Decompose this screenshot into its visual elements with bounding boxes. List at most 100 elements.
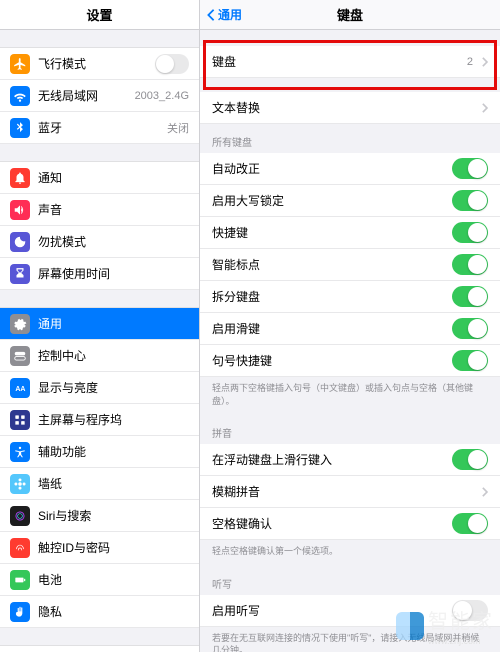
- cell-text-replacement[interactable]: 文本替换: [200, 92, 500, 124]
- back-button[interactable]: 通用: [206, 0, 242, 29]
- sidebar-item-airplane[interactable]: 飞行模式: [0, 48, 199, 80]
- sidebar-item-general[interactable]: 通用: [0, 308, 199, 340]
- sidebar-item-accessibility[interactable]: 辅助功能: [0, 436, 199, 468]
- grid-icon: [10, 410, 30, 430]
- wifi-icon: [10, 86, 30, 106]
- sidebar-item-label: 通知: [38, 169, 189, 186]
- cell-label: 启用听写: [212, 602, 444, 619]
- cell-label: 启用大写锁定: [212, 192, 444, 209]
- bluetooth-icon: [10, 118, 30, 138]
- sidebar-item-privacy[interactable]: 隐私: [0, 596, 199, 628]
- gear-icon: [10, 314, 30, 334]
- sidebar-item-bluetooth[interactable]: 蓝牙 关闭: [0, 112, 199, 144]
- sidebar-item-wallpaper[interactable]: 墙纸: [0, 468, 199, 500]
- cell-label: 启用滑键: [212, 320, 444, 337]
- footer-space: 轻点空格键确认第一个候选项。: [200, 540, 500, 566]
- battery-icon: [10, 570, 30, 590]
- cell-caps-lock[interactable]: 启用大写锁定: [200, 185, 500, 217]
- sidebar-item-label: 触控ID与密码: [38, 539, 189, 556]
- cell-auto-correct[interactable]: 自动改正: [200, 153, 500, 185]
- cell-label: 句号快捷键: [212, 352, 444, 369]
- sidebar-item-label: 蓝牙: [38, 119, 159, 136]
- display-icon: AA: [10, 378, 30, 398]
- cell-period-shortcut[interactable]: 句号快捷键: [200, 345, 500, 377]
- sidebar-item-label: 辅助功能: [38, 443, 189, 460]
- toggle[interactable]: [452, 600, 488, 621]
- sidebar-item-label: 显示与亮度: [38, 379, 189, 396]
- sidebar-item-display[interactable]: AA 显示与亮度: [0, 372, 199, 404]
- sidebar-item-label: 飞行模式: [38, 55, 147, 72]
- fingerprint-icon: [10, 538, 30, 558]
- chevron-left-icon: [206, 8, 216, 22]
- toggle[interactable]: [452, 190, 488, 211]
- cell-smart-punctuation[interactable]: 智能标点: [200, 249, 500, 281]
- bluetooth-value: 关闭: [167, 120, 189, 136]
- chevron-right-icon: [481, 103, 488, 113]
- toggle[interactable]: [452, 254, 488, 275]
- chevron-right-icon: [481, 487, 488, 497]
- sidebar-item-label: 勿扰模式: [38, 233, 189, 250]
- page-title: 键盘: [337, 5, 363, 24]
- sidebar-item-label: 电池: [38, 571, 189, 588]
- back-label: 通用: [218, 6, 242, 23]
- cell-floating-slide[interactable]: 在浮动键盘上滑行键入: [200, 444, 500, 476]
- footer-dictation: 若要在无互联网连接的情况下使用"听写"，请接入无线局域网并稍候几分钟。 关于询问…: [200, 627, 500, 652]
- keyboards-count: 2: [467, 56, 473, 68]
- cell-enable-dictation[interactable]: 启用听写: [200, 595, 500, 627]
- sidebar-item-control-center[interactable]: 控制中心: [0, 340, 199, 372]
- cell-keyboards[interactable]: 键盘 2: [200, 46, 500, 78]
- sidebar-item-label: 屏幕使用时间: [38, 265, 189, 282]
- cell-label: 拆分键盘: [212, 288, 444, 305]
- cell-label: 空格键确认: [212, 515, 444, 532]
- cell-label: 模糊拼音: [212, 483, 473, 500]
- siri-icon: [10, 506, 30, 526]
- sidebar-item-notifications[interactable]: 通知: [0, 162, 199, 194]
- sidebar-item-dnd[interactable]: 勿扰模式: [0, 226, 199, 258]
- sidebar-item-appstore[interactable]: iTunes Store与App Store: [0, 646, 199, 652]
- moon-icon: [10, 232, 30, 252]
- sidebar-item-sounds[interactable]: 声音: [0, 194, 199, 226]
- airplane-toggle[interactable]: [155, 54, 189, 74]
- speaker-icon: [10, 200, 30, 220]
- svg-text:AA: AA: [15, 385, 25, 392]
- cell-enable-slide[interactable]: 启用滑键: [200, 313, 500, 345]
- toggle[interactable]: [452, 318, 488, 339]
- sidebar-item-label: 控制中心: [38, 347, 189, 364]
- hourglass-icon: [10, 264, 30, 284]
- sidebar-item-battery[interactable]: 电池: [0, 564, 199, 596]
- section-all-keyboards: 所有键盘: [200, 124, 500, 153]
- cell-shortcut-key[interactable]: 快捷键: [200, 217, 500, 249]
- bell-icon: [10, 168, 30, 188]
- sidebar-item-wifi[interactable]: 无线局域网 2003_2.4G: [0, 80, 199, 112]
- cell-fuzzy-pinyin[interactable]: 模糊拼音: [200, 476, 500, 508]
- cell-label: 自动改正: [212, 160, 444, 177]
- airplane-icon: [10, 54, 30, 74]
- sidebar-item-touchid[interactable]: 触控ID与密码: [0, 532, 199, 564]
- sidebar-item-homescreen[interactable]: 主屏幕与程序坞: [0, 404, 199, 436]
- cell-label: 快捷键: [212, 224, 444, 241]
- sidebar-item-screentime[interactable]: 屏幕使用时间: [0, 258, 199, 290]
- cell-label: 智能标点: [212, 256, 444, 273]
- cell-label: 键盘: [212, 53, 459, 70]
- hand-icon: [10, 602, 30, 622]
- switch-icon: [10, 346, 30, 366]
- wifi-value: 2003_2.4G: [135, 90, 189, 102]
- settings-title: 设置: [0, 0, 199, 30]
- toggle[interactable]: [452, 449, 488, 470]
- sidebar-item-siri[interactable]: Siri与搜索: [0, 500, 199, 532]
- cell-space-confirm[interactable]: 空格键确认: [200, 508, 500, 540]
- sidebar-item-label: 主屏幕与程序坞: [38, 411, 189, 428]
- sidebar-item-label: 墙纸: [38, 475, 189, 492]
- section-pinyin: 拼音: [200, 415, 500, 444]
- footer-period: 轻点两下空格键插入句号（中文键盘）或插入句点与空格（其他键盘）。: [200, 377, 500, 415]
- toggle[interactable]: [452, 158, 488, 179]
- toggle[interactable]: [452, 286, 488, 307]
- toggle[interactable]: [452, 222, 488, 243]
- sidebar-item-label: 无线局域网: [38, 87, 127, 104]
- accessibility-icon: [10, 442, 30, 462]
- cell-split-keyboard[interactable]: 拆分键盘: [200, 281, 500, 313]
- toggle[interactable]: [452, 350, 488, 371]
- chevron-right-icon: [481, 57, 488, 67]
- sidebar-item-label: 声音: [38, 201, 189, 218]
- toggle[interactable]: [452, 513, 488, 534]
